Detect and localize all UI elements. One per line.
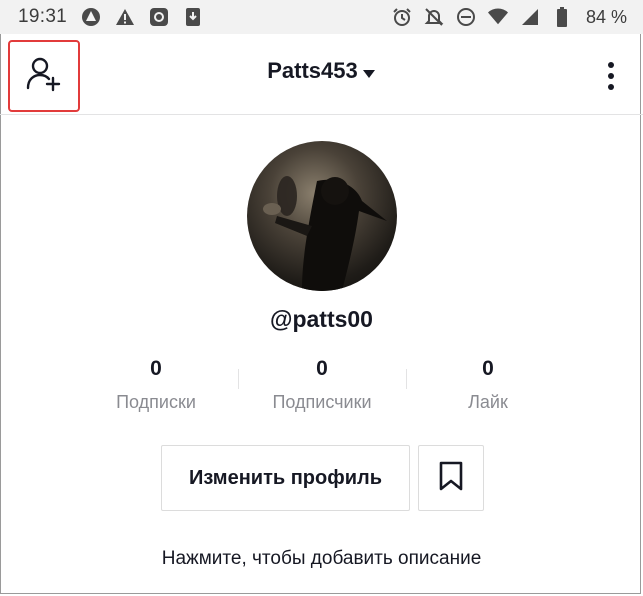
battery-percent: 84 % [585,6,627,27]
app-notification-icon [81,7,101,27]
stat-followers[interactable]: 0 Подписчики [242,357,402,413]
stat-following[interactable]: 0 Подписки [76,357,236,413]
wifi-icon [487,7,508,27]
stat-label: Лайк [468,392,508,412]
stat-likes[interactable]: 0 Лайк [408,357,568,413]
profile-header: Patts453 [0,34,643,115]
caret-down-icon [362,59,376,85]
camera-app-icon [149,7,169,27]
edit-profile-button[interactable]: Изменить профиль [161,445,410,511]
status-left-icons [81,7,203,27]
more-vertical-icon[interactable] [601,56,621,96]
bio-prompt[interactable]: Нажмите, чтобы добавить описание [0,548,643,570]
download-icon [183,7,203,27]
status-right-icons: 84 % [392,7,627,28]
account-switcher[interactable]: Patts453 [0,58,643,85]
stat-value: 0 [150,357,162,380]
stat-value: 0 [316,357,328,380]
stat-label: Подписки [116,392,196,412]
battery-icon [552,7,572,27]
stat-label: Подписчики [272,392,372,412]
profile-handle: @patts00 [270,306,373,332]
profile-stats: 0 Подписки 0 Подписчики 0 Лайк [72,357,572,417]
mute-icon [424,7,444,27]
do-not-disturb-icon [456,7,476,27]
status-time: 19:31 [18,6,68,27]
username-title: Patts453 [267,58,358,83]
signal-icon [520,7,540,27]
stat-divider [406,369,407,389]
stat-value: 0 [482,357,494,380]
avatar[interactable] [247,141,397,291]
favorites-button[interactable] [418,445,484,511]
stat-divider [238,369,239,389]
status-bar: 19:31 84 % [0,0,643,34]
alarm-icon [392,7,412,27]
bookmark-icon [439,461,463,496]
warning-icon [115,7,135,27]
